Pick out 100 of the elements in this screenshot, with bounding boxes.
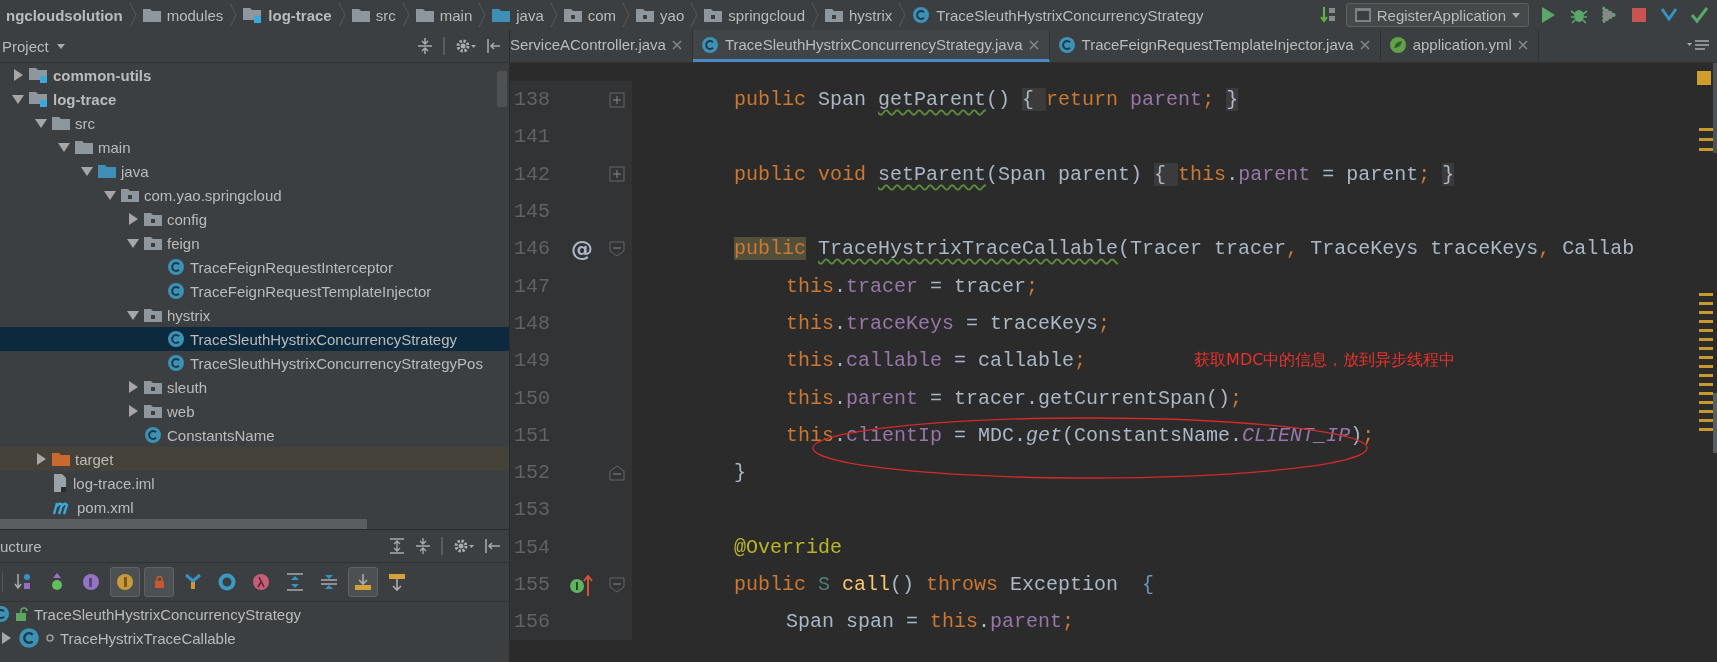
tree-item[interactable]: com.yao.springcloud: [0, 183, 509, 207]
close-icon[interactable]: [1028, 39, 1039, 50]
package-icon: [704, 8, 723, 22]
tree-item[interactable]: feign: [0, 231, 509, 255]
file-icon: [52, 474, 68, 492]
tree-item[interactable]: config: [0, 207, 509, 231]
breadcrumb-item[interactable]: com: [557, 6, 623, 24]
tree-item[interactable]: ConstantsName: [0, 423, 509, 447]
fold-collapse-icon[interactable]: [609, 240, 625, 257]
fold-expand-icon[interactable]: [609, 166, 625, 183]
breadcrumb-item[interactable]: ngcloudsolution: [0, 6, 129, 24]
tree-item[interactable]: target: [0, 447, 509, 471]
class-icon: [167, 330, 185, 348]
implements-icon: [569, 572, 595, 597]
structure-item[interactable]: TraceHystrixTraceCallable: [0, 626, 509, 650]
toolbar-button[interactable]: [348, 567, 378, 597]
breadcrumb-item[interactable]: springcloud: [698, 6, 811, 24]
code-line: @Override: [734, 535, 843, 559]
run-configuration-dropdown[interactable]: RegisterApplication: [1345, 3, 1529, 27]
application-icon: [1354, 8, 1371, 22]
expand-arrow-icon[interactable]: [12, 69, 24, 81]
fold-collapse-icon[interactable]: [609, 576, 625, 593]
tree-item[interactable]: TraceSleuthHystrixConcurrencyStrategy: [0, 327, 509, 351]
tree-item[interactable]: TraceFeignRequestTemplateInjector: [0, 279, 509, 303]
folder-icon: [75, 140, 93, 154]
breadcrumb-item[interactable]: yao: [630, 6, 691, 24]
toolbar-button[interactable]: [144, 567, 174, 597]
caret-icon: [1512, 12, 1520, 18]
breadcrumb-item[interactable]: src: [345, 6, 402, 24]
class-icon: [167, 258, 185, 276]
gear-icon: [455, 38, 477, 54]
fields-icon: [115, 572, 135, 592]
expand-arrow-icon[interactable]: [0, 632, 12, 644]
tree-item[interactable]: pom.xml: [0, 495, 509, 519]
close-icon[interactable]: [1517, 39, 1528, 50]
tree-item[interactable]: TraceSleuthHystrixConcurrencyStrategyPos: [0, 351, 509, 375]
module-folder-icon: [243, 7, 263, 23]
class-icon: [167, 282, 185, 300]
tree-item[interactable]: log-trace: [0, 87, 509, 111]
horizontal-scrollbar[interactable]: [0, 519, 367, 529]
tree-item[interactable]: sleuth: [0, 375, 509, 399]
editor-tab[interactable]: TraceFeignRequestTemplateInjector.java: [1049, 30, 1381, 62]
expand-arrow-icon[interactable]: [104, 189, 116, 201]
fold-end-icon[interactable]: [609, 464, 625, 481]
lambda-icon: [251, 572, 271, 592]
class-icon: [912, 6, 931, 24]
package-icon: [121, 188, 139, 202]
expand-arrow-icon[interactable]: [58, 141, 70, 153]
breadcrumb-item[interactable]: log-trace: [237, 6, 338, 24]
breadcrumb-item[interactable]: modules: [136, 6, 230, 24]
breadcrumb-item[interactable]: main: [409, 6, 479, 24]
folder-icon: [52, 116, 70, 130]
module-folder-icon: [29, 67, 48, 83]
class-icon: [1057, 35, 1076, 54]
module-folder-icon: [29, 91, 48, 107]
commit-icon[interactable]: [1689, 5, 1709, 25]
expand-arrow-icon[interactable]: [12, 93, 24, 105]
expand-arrow-icon[interactable]: [35, 453, 47, 465]
code-line: public Span getParent() { return parent; }: [734, 88, 1239, 112]
toolbar-button[interactable]: [110, 567, 140, 597]
breadcrumb-item[interactable]: hystrix: [819, 6, 899, 24]
tree-item[interactable]: common-utils: [0, 63, 509, 87]
tree-item[interactable]: hystrix: [0, 303, 509, 327]
collapse-all-icon: [415, 538, 431, 554]
properties-icon: [81, 572, 101, 592]
code-line: public TraceHystrixTraceCallable(Tracer tracer, TraceKeys traceKeys, Callab: [734, 237, 1635, 261]
expand-arrow-icon[interactable]: [127, 405, 139, 417]
package-icon: [144, 380, 162, 394]
expand-arrow-icon[interactable]: [81, 165, 93, 177]
tree-item[interactable]: src: [0, 111, 509, 135]
close-icon[interactable]: [671, 39, 682, 50]
editor-tab[interactable]: ServiceAController.java: [510, 30, 693, 62]
structure-item[interactable]: TraceSleuthHystrixConcurrencyStrategy: [0, 602, 509, 626]
tree-item[interactable]: TraceFeignRequestInterceptor: [0, 255, 509, 279]
expand-arrow-icon[interactable]: [127, 237, 139, 249]
tree-item[interactable]: log-trace.iml: [0, 471, 509, 495]
code-line: public void setParent(Span parent) { this.parent = parent; }: [734, 162, 1455, 186]
tree-item[interactable]: web: [0, 399, 509, 423]
panel-title-dropdown[interactable]: Project: [0, 37, 65, 55]
fold-expand-icon[interactable]: [609, 91, 625, 108]
expand-arrow-icon[interactable]: [127, 381, 139, 393]
breadcrumb-item[interactable]: java: [486, 6, 550, 24]
editor-tab[interactable]: application.yml: [1380, 30, 1539, 62]
tree-item[interactable]: main: [0, 135, 509, 159]
tree-item[interactable]: java: [0, 159, 509, 183]
editor-tab[interactable]: TraceSleuthHystrixConcurrencyStrategy.java: [692, 30, 1050, 62]
close-icon[interactable]: [1359, 39, 1370, 50]
folder-icon: [98, 164, 116, 178]
expand-arrow-icon[interactable]: [35, 117, 47, 129]
folder-icon: [351, 8, 370, 22]
breadcrumb-item[interactable]: TraceSleuthHystrixConcurrencyStrategy: [906, 6, 1210, 24]
expand-arrow-icon[interactable]: [127, 213, 139, 225]
class-icon: [700, 35, 719, 54]
package-icon: [636, 8, 655, 22]
code-line: this.parent = tracer.getCurrentSpan();: [786, 386, 1243, 410]
package-icon: [563, 8, 582, 22]
gutter-marker[interactable]: @: [571, 236, 593, 262]
stop-icon[interactable]: [1629, 5, 1649, 25]
class-icon: [18, 627, 40, 649]
expand-arrow-icon[interactable]: [127, 309, 139, 321]
